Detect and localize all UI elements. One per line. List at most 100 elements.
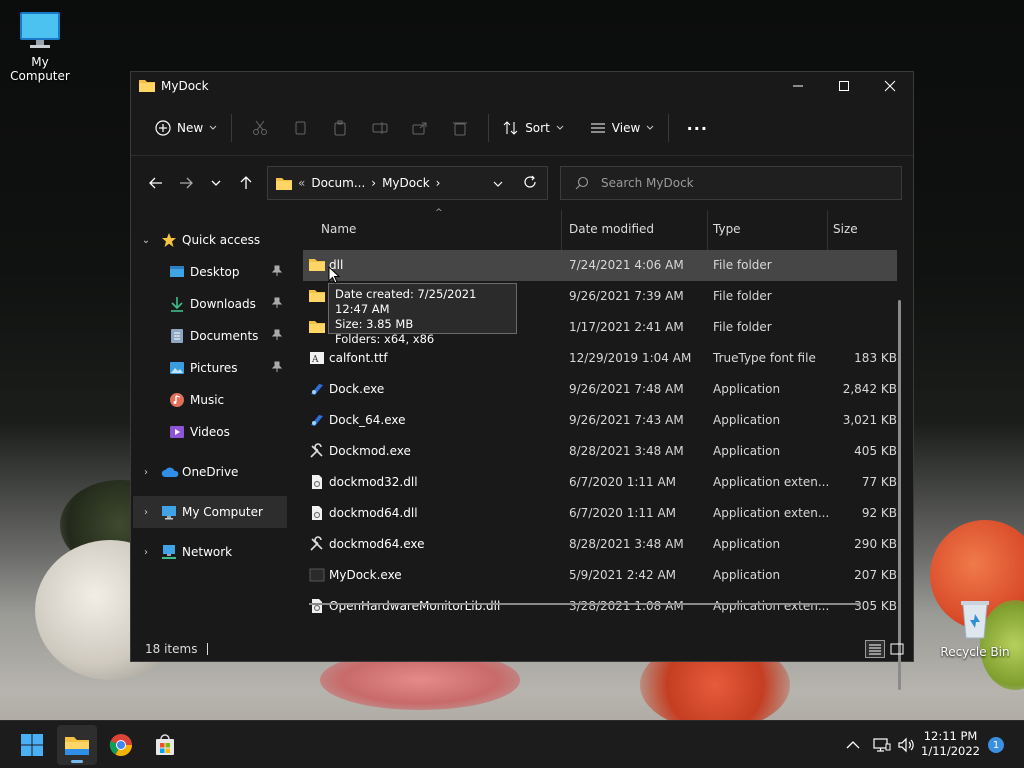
nav-music[interactable]: Music	[131, 384, 289, 416]
chevron-right-icon[interactable]: ›	[140, 547, 152, 558]
horizontal-scrollbar[interactable]	[309, 603, 861, 605]
list-view-icon	[590, 123, 605, 132]
file-row[interactable]: OpenHardwareMonitorLib.dll 3/28/2021 1:08…	[303, 591, 897, 622]
column-date-modified[interactable]: Date modified	[569, 222, 654, 236]
desktop-icon-my-computer[interactable]: My Computer	[0, 10, 80, 83]
trash-icon	[453, 122, 468, 135]
column-name[interactable]: Name	[321, 222, 356, 236]
details-view-button[interactable]	[865, 640, 885, 658]
chevron-right-icon[interactable]: ›	[140, 467, 152, 478]
file-row[interactable]: Dock.exe 9/26/2021 7:48 AM Application 2,84…	[303, 374, 897, 405]
file-row[interactable]: Dockmod.exe 8/28/2021 3:48 AM Application 4…	[303, 436, 897, 467]
nav-label: Documents	[190, 329, 259, 343]
forward-button[interactable]	[171, 168, 201, 198]
nav-quick-access[interactable]: ⌄ Quick access	[131, 224, 289, 256]
file-row[interactable]: dockmod64.dll 6/7/2020 1:11 AM Application…	[303, 498, 897, 529]
new-label: New	[177, 120, 204, 135]
file-row[interactable]: dockmod32.dll 6/7/2020 1:11 AM Application…	[303, 467, 897, 498]
volume-button[interactable]	[898, 721, 916, 768]
maximize-button[interactable]	[821, 72, 867, 100]
paste-button[interactable]	[320, 112, 360, 144]
back-button[interactable]	[141, 168, 171, 198]
pin-icon[interactable]	[271, 329, 283, 344]
nav-desktop[interactable]: Desktop	[131, 256, 289, 288]
up-button[interactable]	[231, 168, 261, 198]
file-row[interactable]: dll 7/24/2021 4:06 AM File folder	[303, 250, 897, 281]
copy-button[interactable]	[280, 112, 320, 144]
breadcrumb-overflow[interactable]: «	[298, 176, 305, 190]
file-size: 183 KB	[854, 351, 897, 365]
column-type[interactable]: Type	[713, 222, 741, 236]
search-input[interactable]: Search MyDock	[560, 166, 902, 200]
nav-videos[interactable]: Videos	[131, 416, 289, 448]
title-bar[interactable]: MyDock	[131, 72, 913, 100]
nav-network[interactable]: › Network	[131, 536, 289, 568]
file-date: 8/28/2021 3:48 AM	[569, 537, 684, 551]
chevron-down-icon[interactable]: ⌄	[140, 235, 152, 246]
show-hidden-icons-button[interactable]	[846, 721, 860, 768]
nav-documents[interactable]: Documents	[131, 320, 289, 352]
chevron-right-icon[interactable]: ›	[140, 507, 152, 518]
close-icon	[884, 80, 896, 92]
taskbar-file-explorer[interactable]	[57, 725, 97, 765]
column-size[interactable]: Size	[833, 222, 858, 236]
file-row[interactable]: Acalfont.ttf 12/29/2019 1:04 AM TrueType f…	[303, 343, 897, 374]
network-status-button[interactable]	[873, 721, 891, 768]
document-icon	[169, 328, 185, 347]
desktop-icon-recycle-bin[interactable]: Recycle Bin	[935, 596, 1015, 659]
pin-icon[interactable]	[271, 265, 283, 280]
nav-pictures[interactable]: Pictures	[131, 352, 289, 384]
file-row[interactable]: dockmod64.exe 8/28/2021 3:48 AM Applicatio…	[303, 529, 897, 560]
start-button[interactable]	[12, 725, 52, 765]
view-label: View	[611, 120, 641, 135]
tooltip-date-created: Date created: 7/25/2021 12:47 AM	[335, 287, 477, 316]
delete-button[interactable]	[440, 112, 480, 144]
nav-downloads[interactable]: Downloads	[131, 288, 289, 320]
chevron-right-icon: ›	[371, 176, 377, 190]
breadcrumb-mydock[interactable]: MyDock	[382, 176, 430, 190]
recent-locations-button[interactable]	[201, 168, 231, 198]
window-title: MyDock	[161, 79, 209, 93]
share-button[interactable]	[400, 112, 440, 144]
file-name: dockmod32.dll	[329, 475, 418, 489]
status-bar: 18 items	[131, 637, 913, 661]
close-button[interactable]	[867, 72, 913, 100]
pin-icon[interactable]	[271, 297, 283, 312]
address-bar-row: « Docum... › MyDock › Search MyDock	[131, 156, 913, 210]
vertical-scrollbar[interactable]	[898, 300, 901, 690]
clock[interactable]: 12:11 PM 1/11/2022	[921, 729, 980, 759]
more-options-button[interactable]: ...	[677, 112, 717, 144]
refresh-button[interactable]	[523, 175, 537, 192]
file-size: 207 KB	[854, 568, 897, 582]
nav-onedrive[interactable]: › OneDrive	[131, 456, 289, 488]
nav-label: Quick access	[182, 233, 261, 247]
windows-logo-icon	[21, 734, 43, 756]
file-type: Application	[713, 444, 781, 458]
file-date: 12/29/2019 1:04 AM	[569, 351, 692, 365]
item-count: 18 items	[145, 642, 198, 656]
minimize-button[interactable]	[775, 72, 821, 100]
large-icons-view-button[interactable]	[887, 640, 907, 658]
arrow-left-icon	[149, 177, 162, 189]
new-button[interactable]: New	[149, 112, 223, 144]
folder-icon	[139, 78, 155, 95]
address-field[interactable]: « Docum... › MyDock ›	[267, 166, 548, 200]
taskbar-store[interactable]	[145, 725, 185, 765]
sort-label: Sort	[525, 120, 550, 135]
breadcrumb-documents[interactable]: Docum...	[311, 176, 365, 190]
folder-icon	[309, 319, 325, 336]
file-name: OpenHardwareMonitorLib.dll	[329, 599, 501, 613]
clipboard-icon	[334, 120, 346, 135]
notification-badge[interactable]: 1	[988, 737, 1004, 753]
ellipsis-icon: ...	[686, 115, 708, 134]
file-row[interactable]: MyDock.exe 5/9/2021 2:42 AM Application 207…	[303, 560, 897, 591]
address-history-dropdown[interactable]	[493, 177, 503, 191]
taskbar-chrome[interactable]	[101, 725, 141, 765]
file-row[interactable]: Dock_64.exe 9/26/2021 7:43 AM Application 3…	[303, 405, 897, 436]
nav-my-computer[interactable]: › My Computer	[133, 496, 287, 528]
pin-icon[interactable]	[271, 361, 283, 376]
cut-button[interactable]	[240, 112, 280, 144]
view-button[interactable]: View	[584, 112, 660, 144]
sort-button[interactable]: Sort	[497, 112, 570, 144]
rename-button[interactable]	[360, 112, 400, 144]
